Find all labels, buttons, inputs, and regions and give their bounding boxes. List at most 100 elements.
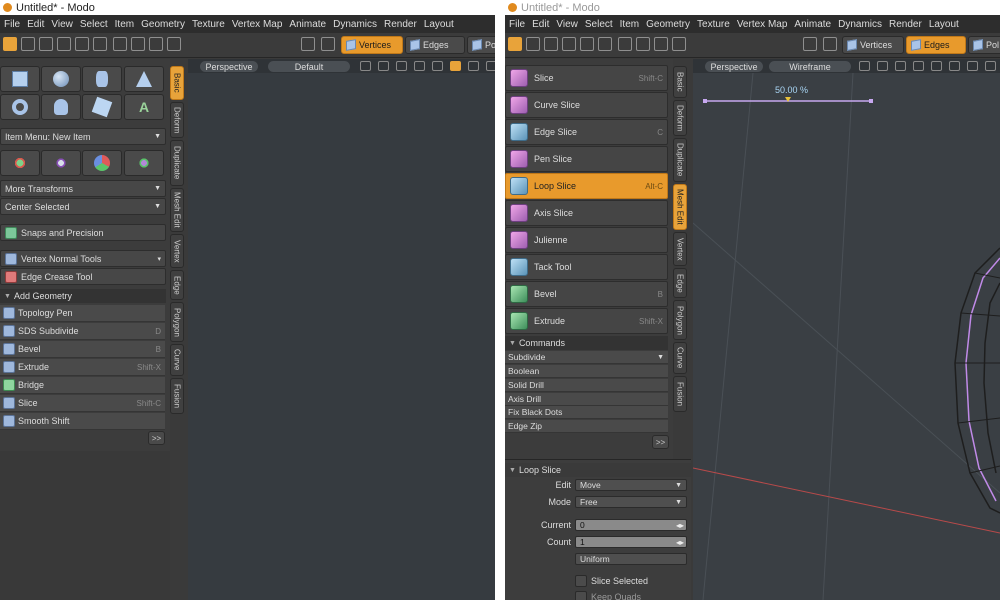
cmd-edge-zip[interactable]: Edge Zip xyxy=(505,420,668,433)
symmetry-icon[interactable] xyxy=(131,37,145,51)
cylinder-primitive-button[interactable] xyxy=(82,66,122,92)
slice-selected-checkbox[interactable] xyxy=(575,575,587,587)
tool-loop-slice[interactable]: Loop Slice Alt-C xyxy=(505,173,668,199)
menu-geometry[interactable]: Geometry xyxy=(141,19,192,30)
center-selected-dropdown[interactable]: Center Selected ▼ xyxy=(0,198,166,215)
rotate-tool-button[interactable] xyxy=(41,150,81,176)
cmd-boolean[interactable]: Boolean xyxy=(505,365,668,378)
menu-edit[interactable]: Edit xyxy=(532,19,556,30)
action-center-icon[interactable] xyxy=(167,37,181,51)
symmetry-icon[interactable] xyxy=(636,37,650,51)
axis-icon[interactable] xyxy=(450,61,461,71)
keep-quads-checkbox[interactable] xyxy=(575,591,587,600)
text-primitive-button[interactable]: A xyxy=(124,94,164,120)
more-tools-button[interactable]: >> xyxy=(652,435,669,449)
scale-icon[interactable] xyxy=(562,37,576,51)
tool-curve-slice[interactable]: Curve Slice xyxy=(505,92,668,118)
menu-dynamics[interactable]: Dynamics xyxy=(333,19,384,30)
tab-vertex[interactable]: Vertex xyxy=(170,234,184,268)
item-mode-icon[interactable] xyxy=(3,37,17,51)
move-icon[interactable] xyxy=(21,37,35,51)
view-type-button[interactable]: Perspective xyxy=(705,61,763,72)
sphere-primitive-button[interactable] xyxy=(41,66,81,92)
tool-sds-subdivide[interactable]: SDS Subdivide D xyxy=(0,323,165,340)
solid-icon[interactable] xyxy=(895,61,906,71)
transform-icon[interactable] xyxy=(580,37,594,51)
rotate-icon[interactable] xyxy=(39,37,53,51)
skeleton-icon[interactable] xyxy=(301,37,315,51)
snaps-precision-button[interactable]: Snaps and Precision xyxy=(0,224,166,241)
wire-icon[interactable] xyxy=(414,61,425,71)
pen-primitive-button[interactable] xyxy=(82,94,122,120)
shading-mode-button[interactable]: Wireframe xyxy=(769,61,851,72)
tab-basic[interactable]: Basic xyxy=(673,66,687,98)
cmd-fix-black-dots[interactable]: Fix Black Dots xyxy=(505,406,668,419)
cube-primitive-button[interactable] xyxy=(0,66,40,92)
move-icon[interactable] xyxy=(526,37,540,51)
menu-texture[interactable]: Texture xyxy=(192,19,232,30)
tab-edge[interactable]: Edge xyxy=(673,268,687,298)
tab-curve[interactable]: Curve xyxy=(170,344,184,376)
handle-start-point[interactable] xyxy=(703,99,707,103)
workplane-icon[interactable] xyxy=(654,37,668,51)
pin-icon[interactable] xyxy=(598,37,612,51)
current-input[interactable]: 0 ◂▸ xyxy=(575,519,687,531)
skeleton-icon[interactable] xyxy=(803,37,817,51)
pin-icon[interactable] xyxy=(93,37,107,51)
menu-vertex-map[interactable]: Vertex Map xyxy=(737,19,795,30)
tool-julienne[interactable]: Julienne xyxy=(505,227,668,253)
polygons-button[interactable]: Pol xyxy=(968,36,1000,54)
transform-icon[interactable] xyxy=(75,37,89,51)
tab-fusion[interactable]: Fusion xyxy=(673,376,687,412)
checker-icon[interactable] xyxy=(877,61,888,71)
tool-smooth-shift[interactable]: Smooth Shift xyxy=(0,413,165,430)
menu-file[interactable]: File xyxy=(509,19,532,30)
torus-primitive-button[interactable] xyxy=(0,94,40,120)
menu-geometry[interactable]: Geometry xyxy=(646,19,697,30)
more-transforms-dropdown[interactable]: More Transforms ▼ xyxy=(0,180,166,197)
scale-icon[interactable] xyxy=(57,37,71,51)
tool-topology-pen[interactable]: Topology Pen xyxy=(0,305,165,322)
cmd-axis-drill[interactable]: Axis Drill xyxy=(505,393,668,406)
edit-dropdown[interactable]: Move ▼ xyxy=(575,479,687,491)
cmd-subdivide[interactable]: Subdivide ▼ xyxy=(505,351,668,364)
move-tool-button[interactable] xyxy=(0,150,40,176)
tab-polygon[interactable]: Polygon xyxy=(170,302,184,342)
menu-view[interactable]: View xyxy=(51,19,80,30)
edges-button[interactable]: Edges xyxy=(906,36,966,54)
vertex-normal-tools-button[interactable]: Vertex Normal Tools ▾ xyxy=(0,250,166,267)
options-icon[interactable] xyxy=(486,61,495,71)
stepper-icon[interactable]: ◂▸ xyxy=(676,538,684,547)
tool-pen-slice[interactable]: Pen Slice xyxy=(505,146,668,172)
tab-vertex[interactable]: Vertex xyxy=(673,232,687,266)
uniform-button[interactable]: Uniform xyxy=(575,553,687,565)
menu-layout[interactable]: Layout xyxy=(424,19,461,30)
menu-render[interactable]: Render xyxy=(889,19,929,30)
tool-edge-slice[interactable]: Edge Slice C xyxy=(505,119,668,145)
menu-texture[interactable]: Texture xyxy=(697,19,737,30)
menu-vertex-map[interactable]: Vertex Map xyxy=(232,19,290,30)
tool-slice[interactable]: Slice Shift-C xyxy=(505,65,668,91)
tool-tack[interactable]: Tack Tool xyxy=(505,254,668,280)
tab-deform[interactable]: Deform xyxy=(673,100,687,136)
menu-edit[interactable]: Edit xyxy=(27,19,51,30)
action-center-icon[interactable] xyxy=(672,37,686,51)
add-geometry-header[interactable]: ▼ Add Geometry xyxy=(0,289,166,303)
tab-duplicate[interactable]: Duplicate xyxy=(170,140,184,186)
item-cube-icon[interactable] xyxy=(321,37,335,51)
mode-dropdown[interactable]: Free ▼ xyxy=(575,496,687,508)
tab-polygon[interactable]: Polygon xyxy=(673,300,687,340)
options-icon[interactable] xyxy=(985,61,996,71)
view-type-button[interactable]: Perspective xyxy=(200,61,258,72)
tool-bevel[interactable]: Bevel B xyxy=(0,341,165,358)
tool-slice[interactable]: Slice Shift-C xyxy=(0,395,165,412)
menu-animate[interactable]: Animate xyxy=(794,19,838,30)
menu-item[interactable]: Item xyxy=(620,19,646,30)
menu-view[interactable]: View xyxy=(556,19,585,30)
tab-deform[interactable]: Deform xyxy=(170,102,184,138)
cone-primitive-button[interactable] xyxy=(124,66,164,92)
snap-icon[interactable] xyxy=(113,37,127,51)
texture-icon[interactable] xyxy=(931,61,942,71)
tool-bevel[interactable]: Bevel B xyxy=(505,281,668,307)
scale-tool-button[interactable] xyxy=(82,150,122,176)
